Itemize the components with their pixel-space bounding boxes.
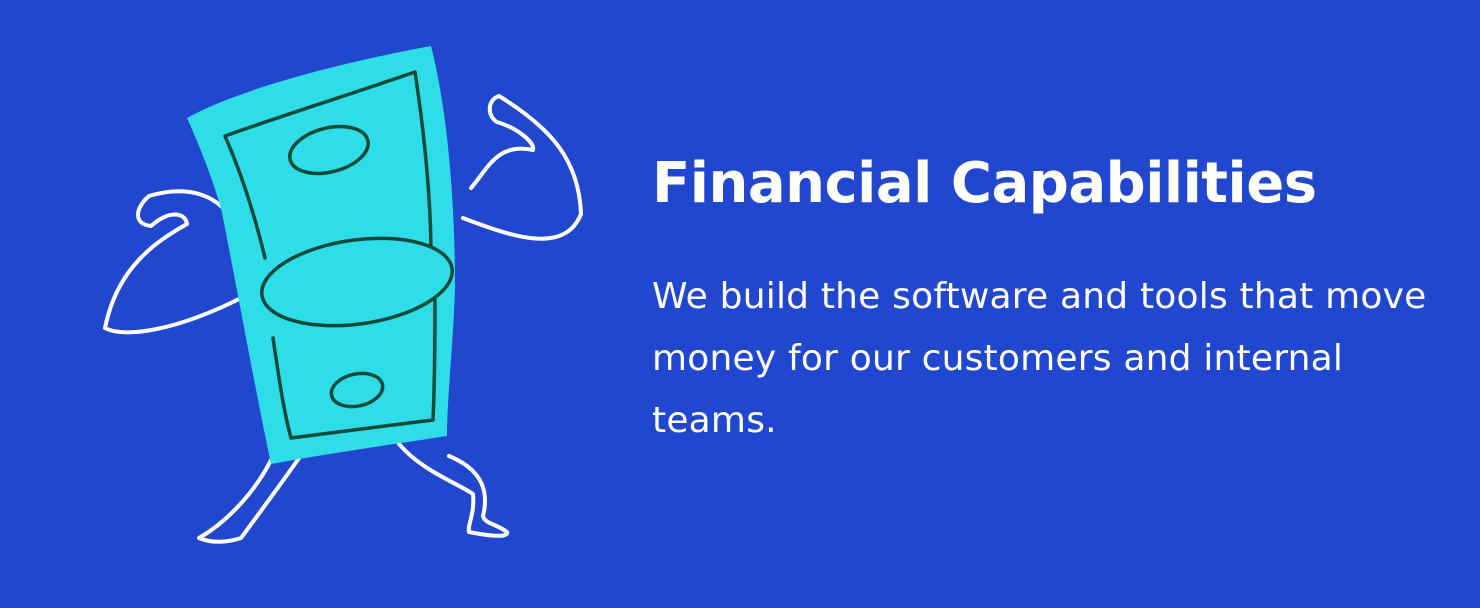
section-title: Financial Capabilities bbox=[652, 151, 1317, 216]
flexing-dollar-bill-icon bbox=[95, 38, 605, 558]
section-description: We build the software and tools that mov… bbox=[652, 276, 1427, 441]
financial-capabilities-banner: Financial Capabilities We build the soft… bbox=[0, 0, 1480, 608]
left-leg bbox=[197, 456, 301, 544]
section-copy: Financial Capabilities We build the soft… bbox=[652, 140, 1452, 452]
right-leg bbox=[397, 442, 509, 538]
right-arm bbox=[461, 94, 583, 241]
